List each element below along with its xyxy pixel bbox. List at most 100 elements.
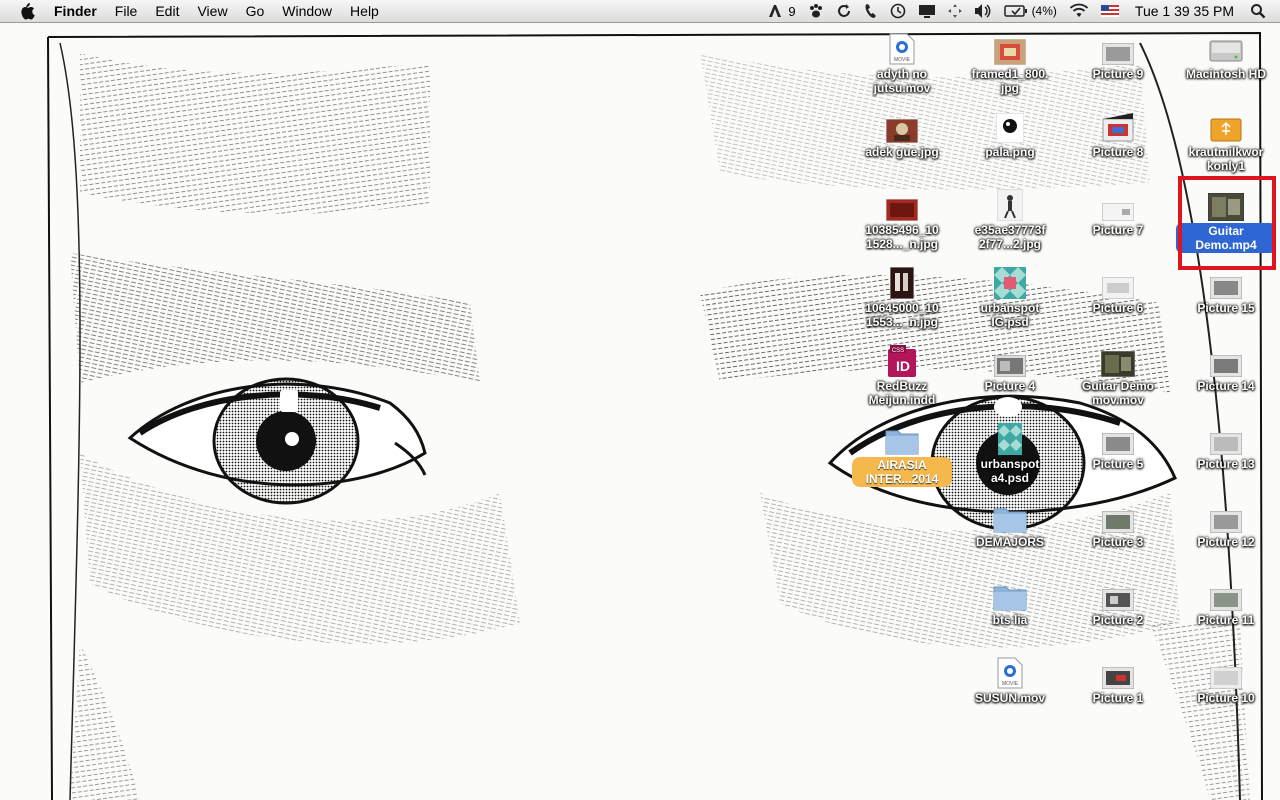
desktop-icon-picture-8[interactable]: Picture 8 <box>1068 109 1168 187</box>
view-menu[interactable]: View <box>188 0 236 22</box>
movie-file-icon: MOVIE <box>992 655 1028 689</box>
screenshot-thumbnail-icon <box>1208 343 1244 377</box>
icon-label: Picture 10 <box>1197 691 1255 705</box>
battery-percentage: (4%) <box>1031 4 1057 18</box>
screenshot-thumbnail-icon <box>1100 577 1136 611</box>
menu-clock[interactable]: Tue 1 39 35 PM <box>1125 0 1244 22</box>
icon-label: Picture 8 <box>1092 145 1144 159</box>
help-menu[interactable]: Help <box>341 0 388 22</box>
desktop-icon-framed1-jpg[interactable]: framed1_800. jpg <box>960 31 1060 109</box>
icon-label: bts lia <box>992 613 1028 627</box>
desktop-icon-pala-png[interactable]: pala.png <box>960 109 1060 187</box>
icon-label: Picture 14 <box>1197 379 1255 393</box>
apple-menu-icon[interactable] <box>18 2 36 20</box>
window-menu[interactable]: Window <box>273 0 341 22</box>
desktop-icon-10385496-jpg[interactable]: 10385496_10 1528..._n.jpg <box>852 187 952 265</box>
desktop-icon-macintosh-hd[interactable]: Macintosh HD <box>1176 31 1276 109</box>
display-icon[interactable] <box>912 0 942 22</box>
screenshot-thumbnail-icon <box>1100 655 1136 689</box>
folder-icon <box>884 421 920 455</box>
finder-menu[interactable]: Finder <box>46 0 106 22</box>
desktop-icon-susun-mov[interactable]: MOVIE SUSUN.mov <box>960 655 1060 733</box>
desktop-icon-guitar-demo-mp4[interactable]: Guitar Demo.mp4 <box>1176 187 1276 265</box>
image-thumbnail-icon <box>992 109 1028 143</box>
icon-label: adyth no jutsu.mov <box>873 67 931 95</box>
icon-label: 10385496_10 1528..._n.jpg <box>865 223 939 251</box>
desktop-icon-bts-lia-folder[interactable]: bts lia <box>960 577 1060 655</box>
adobe-updater-status[interactable]: 9 <box>762 0 801 22</box>
desktop-icon-picture-10[interactable]: Picture 10 <box>1176 655 1276 733</box>
desktop-icon-urbanspot-a4-psd[interactable]: urbanspot a4.psd <box>960 421 1060 499</box>
icon-label: framed1_800. jpg <box>971 67 1049 95</box>
icon-label: krautmilkwor konly1 <box>1188 145 1264 173</box>
screenshot-thumbnail-icon <box>1100 187 1136 221</box>
icon-label: Macintosh HD <box>1185 67 1266 81</box>
icon-label-selected: Guitar Demo.mp4 <box>1176 223 1276 253</box>
sync-icon[interactable] <box>830 0 858 22</box>
clapperboard-icon <box>1100 109 1136 143</box>
icon-label: RedBuzz Meijun.indd <box>868 379 936 407</box>
spaces-icon[interactable] <box>942 0 968 22</box>
desktop-icon-guitar-demo-mov[interactable]: Guitar Demo mov.mov <box>1068 343 1168 421</box>
folder-icon <box>992 499 1028 533</box>
icon-label: DEMAJORS <box>975 535 1044 549</box>
desktop-icon-10645000-jpg[interactable]: 10645000_10 1553..._n.jpg <box>852 265 952 343</box>
desktop-icon-picture-7[interactable]: Picture 7 <box>1068 187 1168 265</box>
svg-text:MOVIE: MOVIE <box>894 57 911 63</box>
icon-label: Picture 7 <box>1092 223 1144 237</box>
desktop-icon-e35ae-jpg[interactable]: e35ae37773f 2f77...2.jpg <box>960 187 1060 265</box>
battery-status[interactable]: (4%) <box>998 0 1063 22</box>
usb-drive-icon <box>1208 109 1244 143</box>
desktop-icon-picture-14[interactable]: Picture 14 <box>1176 343 1276 421</box>
desktop-icon-airasia-folder[interactable]: AIRASIA INTER...2014 <box>852 421 952 499</box>
desktop-icon-urbanspot-ig-psd[interactable]: urbanspot IG.psd <box>960 265 1060 343</box>
desktop-icon-redbuzz-indd[interactable]: CSS ID RedBuzz Meijun.indd <box>852 343 952 421</box>
svg-text:ID: ID <box>896 358 910 374</box>
icon-label: urbanspot IG.psd <box>980 301 1040 329</box>
desktop-icon-picture-12[interactable]: Picture 12 <box>1176 499 1276 577</box>
desktop-icon-picture-1[interactable]: Picture 1 <box>1068 655 1168 733</box>
go-menu[interactable]: Go <box>237 0 274 22</box>
volume-icon[interactable] <box>968 0 998 22</box>
image-thumbnail-icon <box>884 187 920 221</box>
desktop-icon-picture-3[interactable]: Picture 3 <box>1068 499 1168 577</box>
paw-icon[interactable] <box>802 0 830 22</box>
desktop-icon-picture-6[interactable]: Picture 6 <box>1068 265 1168 343</box>
hard-disk-icon <box>1208 31 1244 65</box>
icon-label: Picture 13 <box>1197 457 1255 471</box>
icon-label: Picture 1 <box>1092 691 1144 705</box>
icon-label: SUSUN.mov <box>974 691 1045 705</box>
desktop-icon-adyth-mov[interactable]: MOVIE adyth no jutsu.mov <box>852 31 952 109</box>
desktop-icon-krautmilk-usb[interactable]: krautmilkwor konly1 <box>1176 109 1276 187</box>
image-thumbnail-icon <box>884 109 920 143</box>
spotlight-search-icon[interactable] <box>1244 0 1280 22</box>
time-machine-icon[interactable] <box>884 0 912 22</box>
icon-label: Picture 15 <box>1197 301 1255 315</box>
desktop-icon-adek-gue[interactable]: adek gue.jpg <box>852 109 952 187</box>
screenshot-thumbnail-icon <box>1208 499 1244 533</box>
adobe-update-count: 9 <box>788 3 796 19</box>
desktop-icon-picture-11[interactable]: Picture 11 <box>1176 577 1276 655</box>
folder-icon <box>992 577 1028 611</box>
image-thumbnail-icon <box>992 187 1028 221</box>
icon-label: Picture 6 <box>1092 301 1144 315</box>
movie-file-icon: MOVIE <box>884 31 920 65</box>
edit-menu[interactable]: Edit <box>146 0 188 22</box>
screenshot-thumbnail-icon <box>1100 265 1136 299</box>
wifi-icon[interactable] <box>1063 0 1095 22</box>
desktop-icon-picture-4[interactable]: Picture 4 <box>960 343 1060 421</box>
file-menu[interactable]: File <box>106 0 147 22</box>
pattern-thumbnail-icon <box>992 421 1028 455</box>
desktop-icon-picture-9[interactable]: Picture 9 <box>1068 31 1168 109</box>
svg-text:CSS: CSS <box>892 348 904 354</box>
desktop-icon-picture-15[interactable]: Picture 15 <box>1176 265 1276 343</box>
desktop-icon-demajors-folder[interactable]: DEMAJORS <box>960 499 1060 577</box>
phone-icon[interactable] <box>858 0 884 22</box>
desktop-icon-picture-2[interactable]: Picture 2 <box>1068 577 1168 655</box>
input-flag-icon[interactable] <box>1095 0 1125 22</box>
icon-label: AIRASIA INTER...2014 <box>852 457 952 487</box>
screenshot-thumbnail-icon <box>1208 577 1244 611</box>
desktop-icon-picture-13[interactable]: Picture 13 <box>1176 421 1276 499</box>
desktop-icon-picture-5[interactable]: Picture 5 <box>1068 421 1168 499</box>
screenshot-thumbnail-icon <box>1208 421 1244 455</box>
